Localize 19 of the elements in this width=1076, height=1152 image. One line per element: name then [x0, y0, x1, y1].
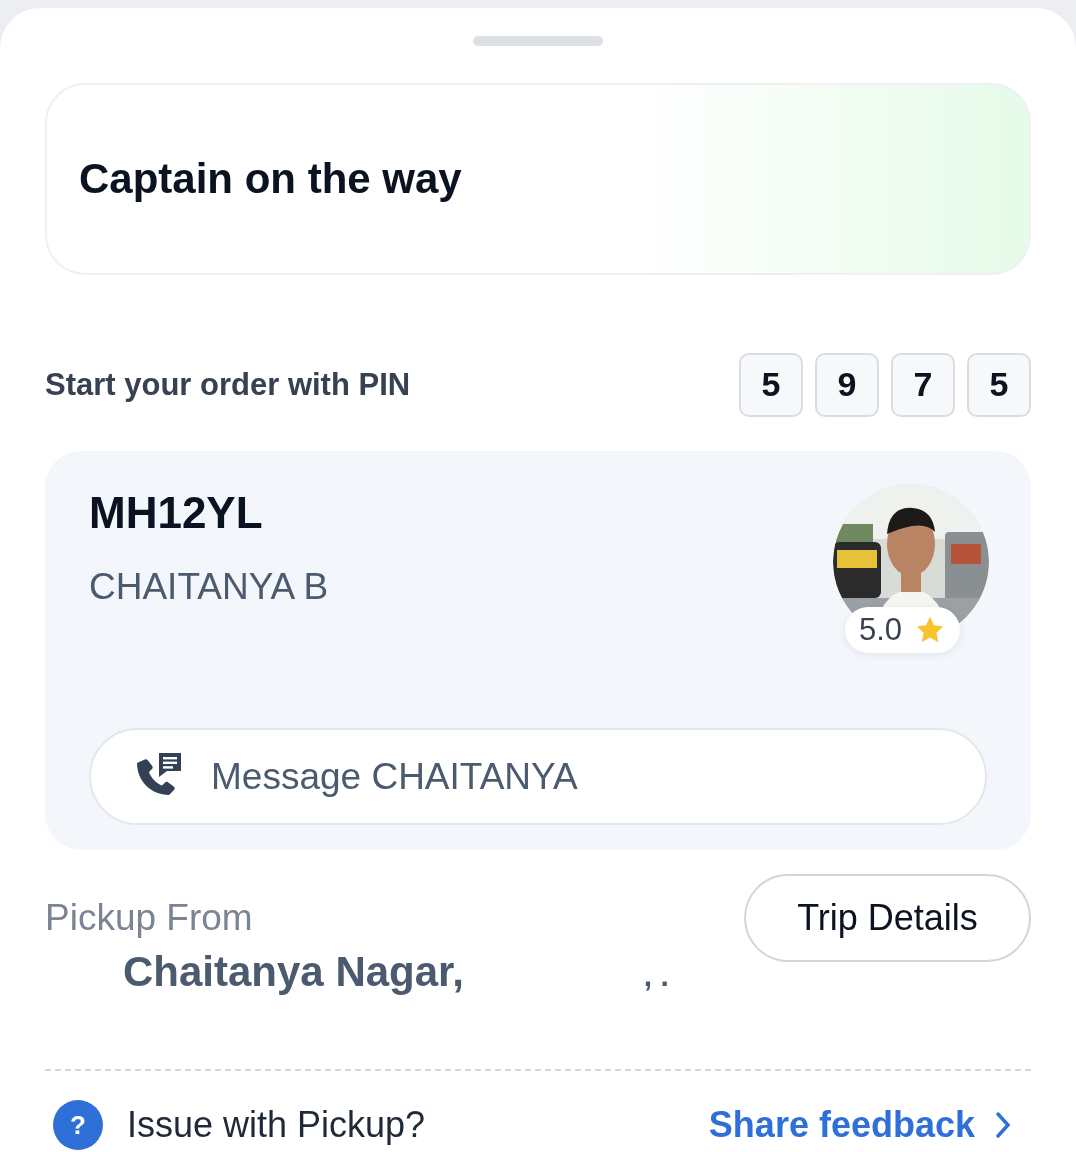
- drag-handle[interactable]: [473, 36, 603, 46]
- help-icon: ?: [53, 1100, 103, 1150]
- status-title: Captain on the way: [79, 154, 462, 205]
- pin-digit: 5: [739, 352, 803, 417]
- issue-text: Issue with Pickup?: [127, 1103, 426, 1147]
- pin-digit: 7: [891, 352, 955, 417]
- message-button[interactable]: Message CHAITANYA: [89, 727, 987, 825]
- pin-label: Start your order with PIN: [45, 365, 411, 404]
- driver-name: CHAITANYA B: [89, 564, 329, 609]
- share-feedback-link[interactable]: Share feedback: [708, 1098, 1011, 1152]
- pickup-address-end: , .: [643, 958, 669, 994]
- pickup-label: Pickup From: [45, 896, 254, 940]
- pickup-address: Chaitanya Nagar,: [123, 947, 464, 997]
- rating-value: 5.0: [859, 610, 903, 649]
- vehicle-plate: MH12YL: [89, 486, 264, 539]
- pin-digit: 5: [967, 352, 1031, 417]
- chevron-right-icon: [995, 1111, 1011, 1139]
- pin-digit: 9: [815, 352, 879, 417]
- trip-details-button[interactable]: Trip Details: [744, 874, 1031, 962]
